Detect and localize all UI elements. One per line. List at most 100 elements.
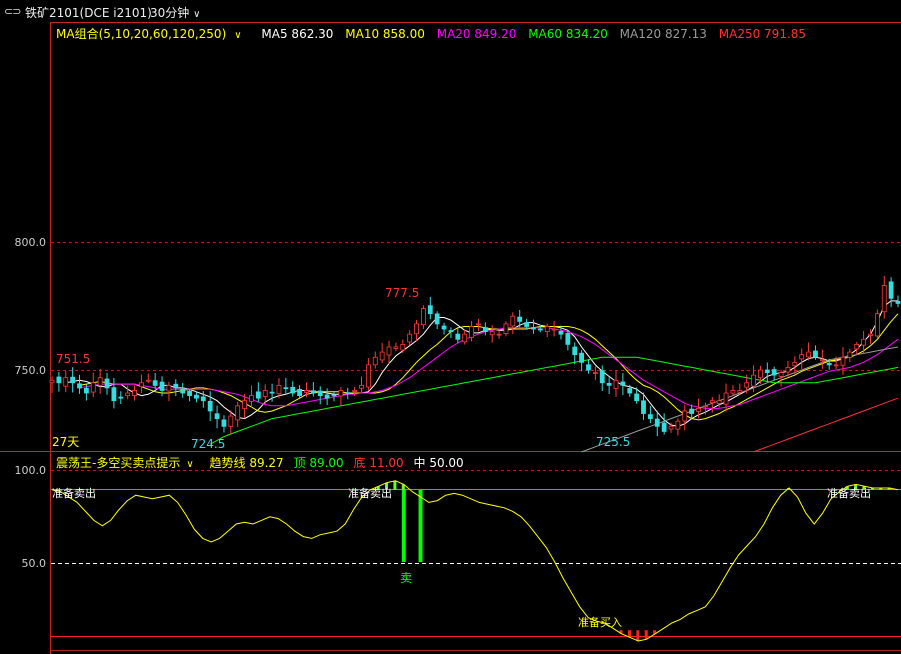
- candle: [56, 371, 62, 392]
- candle: [365, 358, 371, 391]
- candle: [235, 401, 241, 428]
- candle: [414, 320, 419, 341]
- candle: [228, 410, 234, 435]
- candle: [90, 372, 96, 398]
- candle: [386, 340, 392, 364]
- candle: [310, 382, 316, 397]
- candle: [207, 391, 213, 422]
- candle: [613, 370, 619, 397]
- candle: [283, 377, 289, 395]
- candle: [324, 388, 330, 405]
- candle: [372, 351, 378, 369]
- candle: [331, 391, 337, 402]
- candle: [118, 391, 124, 404]
- candle: [854, 341, 860, 355]
- candle: [180, 382, 186, 398]
- candle: [441, 322, 447, 335]
- candle: [606, 377, 612, 394]
- sell-signal-label-1: 准备卖出: [52, 486, 96, 500]
- candle: [434, 311, 440, 330]
- candle: [407, 330, 413, 346]
- candle: [194, 391, 199, 403]
- candle: [661, 413, 667, 435]
- candle: [393, 342, 399, 352]
- candle: [503, 321, 509, 337]
- candle: [221, 415, 227, 433]
- candle: [764, 362, 770, 383]
- candle: [709, 396, 715, 413]
- sell-signal-bar: [418, 489, 423, 562]
- price-chart[interactable]: 800.0 750.0 100.0 50.0 751.5 724.5 777.5…: [0, 0, 901, 654]
- candle: [730, 385, 736, 397]
- candle: [675, 418, 681, 436]
- candle: [317, 386, 323, 405]
- candle: [888, 277, 894, 308]
- candle: [455, 326, 461, 344]
- candle: [689, 404, 695, 419]
- candle: [104, 373, 110, 395]
- candle: [579, 349, 585, 372]
- candle: [572, 342, 578, 365]
- candle: [359, 376, 364, 394]
- oscillator: [51, 480, 899, 642]
- candles: [49, 275, 901, 437]
- candle: [647, 406, 653, 424]
- y-tick-750: 750.0: [15, 364, 47, 377]
- sell-signal-bar: [401, 489, 406, 562]
- candle: [586, 359, 591, 374]
- candle: [111, 377, 117, 409]
- sell-signal-label-2: 准备卖出: [348, 486, 392, 500]
- candle: [139, 374, 144, 394]
- candle: [599, 365, 605, 392]
- candle: [654, 410, 660, 437]
- y-tick-800: 800.0: [15, 236, 47, 249]
- candle: [462, 329, 468, 345]
- candle: [806, 342, 811, 361]
- candle: [489, 325, 495, 343]
- candle: [427, 296, 433, 320]
- candle: [400, 339, 406, 354]
- candle: [592, 366, 598, 381]
- candle: [173, 379, 179, 397]
- y-tick-100: 100.0: [15, 464, 47, 477]
- candle: [379, 342, 385, 364]
- candle: [469, 320, 474, 342]
- candle: [544, 323, 550, 337]
- candle: [255, 382, 261, 403]
- candle: [249, 385, 254, 408]
- candle: [682, 404, 688, 431]
- candle: [214, 405, 220, 429]
- high-label-2: 777.5: [385, 286, 419, 300]
- days-label: 27天: [52, 435, 79, 449]
- candle: [874, 309, 880, 339]
- high-label-1: 751.5: [56, 352, 90, 366]
- candle: [345, 387, 351, 400]
- oversold-bar: [636, 630, 640, 641]
- candle: [496, 330, 502, 339]
- candle: [338, 387, 344, 406]
- ma-line-ma20: [79, 327, 899, 409]
- candle: [70, 367, 76, 393]
- low-label-2: 725.5: [596, 435, 630, 449]
- candle: [847, 348, 853, 363]
- candle: [565, 330, 571, 351]
- candle: [476, 318, 481, 332]
- candle: [77, 374, 82, 394]
- candle: [895, 295, 901, 308]
- candle: [799, 348, 805, 369]
- candle: [482, 322, 488, 336]
- candle: [166, 381, 172, 402]
- ma-lines: [65, 300, 899, 453]
- candle: [620, 373, 626, 396]
- candle: [63, 370, 69, 393]
- candle: [771, 366, 777, 381]
- candle: [861, 331, 867, 354]
- candle: [145, 373, 151, 383]
- candle: [881, 275, 887, 319]
- sell-marker: 卖: [400, 571, 412, 585]
- overbought-bar: [393, 480, 397, 490]
- low-label-1: 724.5: [191, 437, 225, 451]
- candle: [290, 381, 296, 397]
- candle: [421, 305, 426, 330]
- candle: [758, 365, 763, 384]
